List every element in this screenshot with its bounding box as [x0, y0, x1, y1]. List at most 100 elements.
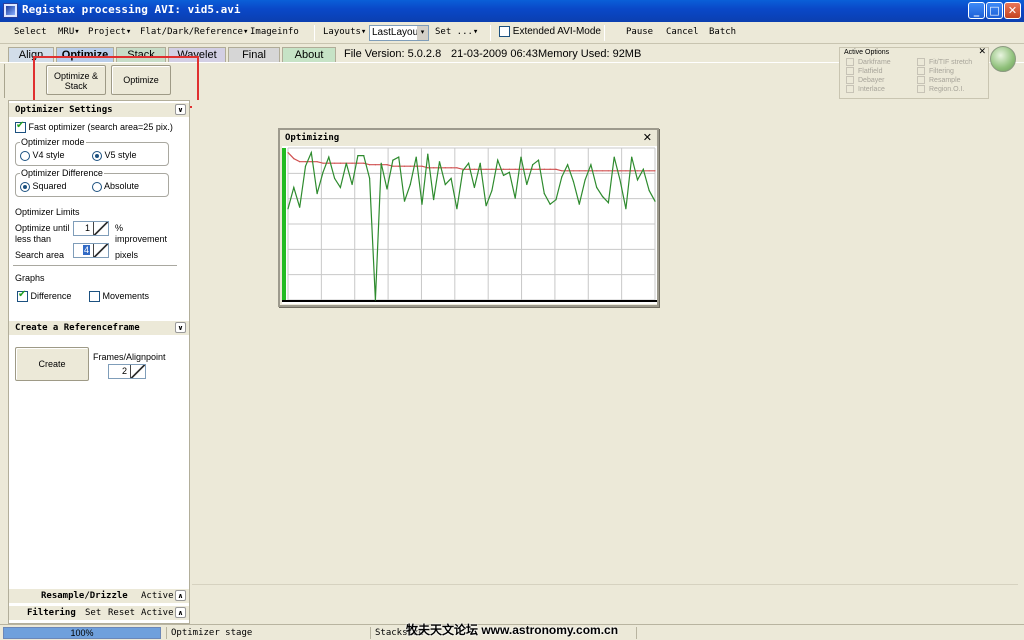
option-flatfield: Flatfield [846, 67, 883, 75]
menu-mru[interactable]: MRU▾ [58, 27, 80, 37]
data-point-difference [345, 162, 347, 164]
data-point-difference [561, 176, 563, 178]
radio-label: Squared [32, 181, 67, 191]
data-point-difference [380, 162, 382, 164]
fast-optimizer-checkbox[interactable]: Fast optimizer (search area=25 pix.) [15, 120, 173, 134]
section-title: Optimizer Settings [15, 105, 113, 115]
radio-icon[interactable] [20, 150, 30, 161]
frames-alignpoint-stepper[interactable]: 2 [108, 364, 146, 379]
data-point-average [590, 170, 592, 172]
menu-layouts[interactable]: Layouts▾ [323, 27, 366, 37]
option-interlace: Interlace [846, 85, 885, 93]
tab-final[interactable]: Final [228, 47, 280, 62]
tab-about[interactable]: About [282, 47, 336, 62]
data-point-difference [654, 200, 656, 202]
checkbox-icon[interactable] [89, 291, 100, 303]
radio-icon[interactable] [92, 150, 102, 161]
checkbox-icon [917, 58, 925, 66]
radio-icon[interactable] [20, 181, 30, 192]
menu-set[interactable]: Set ...▾ [435, 27, 478, 37]
optimizer-settings-header[interactable]: Optimizer Settings ∨ [9, 103, 189, 117]
filtering-set-button[interactable]: Set [85, 606, 101, 620]
section-title: Create a Referenceframe [15, 323, 140, 333]
data-point-difference [334, 177, 336, 179]
data-point-difference [526, 183, 528, 186]
data-point-difference [357, 155, 359, 157]
active-options-close-icon[interactable]: ✕ [978, 46, 986, 57]
chevron-down-icon[interactable]: ∨ [175, 104, 186, 115]
data-point-difference [479, 162, 481, 164]
menu-project[interactable]: Project▾ [88, 27, 131, 37]
spin-arrows-icon[interactable] [93, 244, 108, 257]
menu-flat-dark-reference[interactable]: Flat/Dark/Reference▾ [140, 27, 248, 37]
option-label: Debayer [858, 76, 885, 84]
data-point-average [572, 170, 575, 172]
pause-button[interactable]: Pause [626, 27, 653, 37]
status-active: Active [141, 608, 174, 618]
optimizing-window-close-icon[interactable]: ✕ [643, 131, 652, 144]
minimize-button[interactable]: _ [968, 2, 985, 19]
create-referenceframe-header[interactable]: Create a Referenceframe ∨ [9, 321, 189, 335]
graph-difference-checkbox[interactable]: Difference [17, 289, 71, 303]
data-point-average [357, 162, 359, 164]
spin-arrows-icon[interactable] [130, 365, 145, 378]
batch-button[interactable]: Batch [709, 27, 736, 37]
stepper-value: 2 [121, 366, 127, 376]
filtering-reset-button[interactable]: Reset [108, 606, 135, 620]
extended-avi-mode-checkbox[interactable]: Extended AVI-Mode [499, 26, 601, 37]
improvement-unit-line1: % [115, 223, 124, 233]
data-point-average [537, 168, 540, 170]
checkbox-icon [917, 85, 925, 93]
optimize-until-stepper[interactable]: 1 [73, 221, 109, 236]
data-point-difference [613, 156, 615, 158]
resample-drizzle-header[interactable]: Resample/Drizzle Active ∧ [9, 589, 189, 603]
data-point-difference [555, 199, 557, 201]
data-point-difference [567, 164, 569, 166]
cancel-button[interactable]: Cancel [666, 27, 699, 37]
status-cell [636, 627, 1022, 639]
data-point-difference [619, 179, 621, 181]
layout-select-value: LastLayout [372, 27, 421, 38]
option-label: Flatfield [858, 67, 883, 75]
app-icon[interactable] [3, 3, 18, 18]
graphs-label: Graphs [15, 273, 45, 283]
checkbox-icon[interactable] [499, 26, 510, 37]
close-button[interactable]: ✕ [1004, 2, 1021, 19]
search-area-stepper[interactable]: 4 [73, 243, 109, 258]
diff-squared-radio[interactable]: Squared [20, 181, 67, 192]
checkbox-icon[interactable] [15, 120, 26, 134]
option-label: Fit/TIF stretch [929, 58, 973, 66]
stepper-value: 4 [82, 245, 90, 255]
checkbox-icon[interactable] [17, 289, 28, 303]
status-active: Active [141, 591, 174, 601]
globe-icon[interactable] [990, 46, 1016, 72]
data-point-average [473, 168, 476, 170]
diff-absolute-radio[interactable]: Absolute [92, 181, 139, 192]
data-point-average [392, 165, 394, 167]
chevron-down-icon[interactable]: ▾ [417, 26, 428, 40]
layout-select[interactable]: LastLayout ▾ [369, 25, 429, 41]
data-point-difference [520, 156, 522, 158]
menu-imageinfo[interactable]: Imageinfo [250, 27, 299, 37]
graph-movements-checkbox[interactable]: Movements [89, 291, 149, 303]
filtering-header[interactable]: Filtering Set Reset Active ∧ [9, 606, 189, 620]
chevron-down-icon[interactable]: ∨ [175, 322, 186, 333]
maximize-button[interactable]: □ [986, 2, 1003, 19]
data-point-difference [351, 183, 353, 186]
checkbox-icon [846, 58, 854, 66]
data-point-difference [491, 189, 493, 192]
create-button[interactable]: Create [15, 347, 89, 381]
radio-icon[interactable] [92, 181, 102, 192]
data-point-average [485, 168, 487, 170]
mode-v4-radio[interactable]: V4 style [20, 150, 65, 161]
spin-arrows-icon[interactable] [93, 222, 108, 235]
menu-select[interactable]: Select [14, 27, 47, 37]
improvement-unit-line2: improvement [115, 234, 168, 244]
title-bar: Registax processing AVI: vid5.avi _ □ ✕ [0, 0, 1024, 22]
group-caption: Optimizer mode [20, 137, 86, 147]
data-point-difference [596, 186, 598, 189]
mode-v5-radio[interactable]: V5 style [92, 150, 137, 161]
data-point-difference [433, 199, 435, 201]
chevron-up-icon[interactable]: ∧ [175, 607, 186, 618]
chevron-up-icon[interactable]: ∧ [175, 590, 186, 601]
